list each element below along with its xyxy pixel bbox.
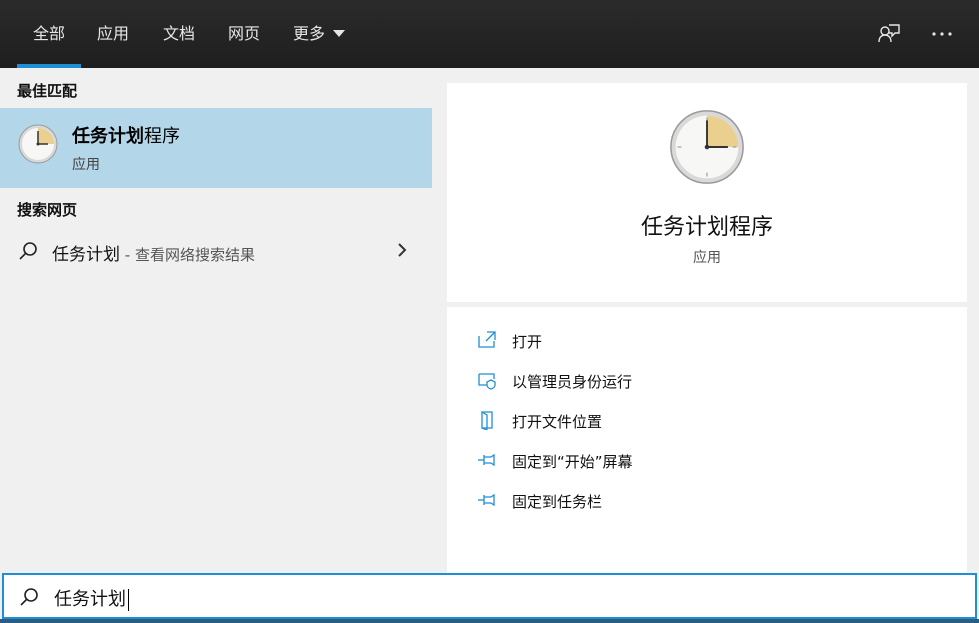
results-pane: 最佳匹配 任务计划程序 应用 搜索网页 任务计划 - 查看网络搜索结果: [0, 68, 432, 573]
search-icon: [20, 588, 38, 606]
search-query-text: 任务计划: [54, 589, 126, 610]
action-open-label: 打开: [512, 333, 543, 351]
best-match-item[interactable]: 任务计划程序 应用: [0, 108, 432, 188]
tab-all[interactable]: 全部: [17, 0, 81, 68]
best-match-subtitle: 应用: [72, 157, 100, 173]
taskbar-edge: [0, 619, 979, 623]
web-search-query: 任务计划: [52, 245, 120, 265]
best-match-title: 任务计划程序: [72, 122, 180, 148]
clock-icon: [18, 124, 58, 164]
feedback-icon[interactable]: [877, 22, 901, 46]
action-pin-to-taskbar[interactable]: 固定到任务栏: [477, 486, 777, 516]
run-as-admin-icon: [478, 373, 496, 390]
tab-web-label: 网页: [228, 24, 261, 43]
tab-all-label: 全部: [32, 24, 65, 43]
tab-more[interactable]: 更多: [293, 0, 346, 68]
action-pin-to-taskbar-label: 固定到任务栏: [512, 493, 603, 511]
search-filter-bar: 全部 应用 文档 网页 更多: [0, 0, 979, 68]
action-run-as-admin[interactable]: 以管理员身份运行: [477, 366, 777, 396]
search-icon: [19, 242, 37, 260]
more-options-icon[interactable]: [930, 22, 954, 46]
web-search-heading: 搜索网页: [17, 201, 78, 219]
pin-to-start-icon: [478, 453, 495, 467]
clock-icon: [670, 110, 744, 184]
web-search-hint: - 查看网络搜索结果: [120, 246, 255, 264]
actions-list: 打开 以管理员身份运行 打开文件位置 固定到“开始”屏幕 固定到任务栏: [447, 307, 967, 573]
search-input[interactable]: 任务计划: [54, 585, 129, 611]
action-pin-to-start[interactable]: 固定到“开始”屏幕: [477, 446, 777, 476]
app-type: 应用: [693, 250, 721, 266]
tab-apps-label: 应用: [97, 24, 130, 43]
search-box[interactable]: 任务计划: [2, 573, 977, 619]
tab-web[interactable]: 网页: [228, 0, 260, 68]
text-caret: [128, 589, 129, 611]
app-detail-card: 任务计划程序 应用: [447, 83, 967, 302]
chevron-right-icon[interactable]: [394, 238, 410, 262]
action-open-file-location[interactable]: 打开文件位置: [477, 406, 777, 436]
action-open-file-location-label: 打开文件位置: [512, 413, 603, 431]
pin-to-taskbar-icon: [478, 493, 495, 507]
open-icon: [478, 331, 496, 348]
tab-apps[interactable]: 应用: [97, 0, 129, 68]
app-name: 任务计划程序: [640, 215, 773, 240]
best-match-heading: 最佳匹配: [17, 82, 78, 100]
caret-down-icon: [333, 30, 346, 37]
tab-more-label: 更多: [293, 24, 326, 43]
tab-documents[interactable]: 文档: [163, 0, 195, 68]
best-match-title-rest: 程序: [144, 126, 180, 147]
action-pin-to-start-label: 固定到“开始”屏幕: [512, 453, 633, 471]
web-search-text: 任务计划 - 查看网络搜索结果: [52, 240, 255, 265]
file-location-icon: [481, 411, 493, 430]
web-search-item[interactable]: 任务计划 - 查看网络搜索结果: [0, 230, 432, 274]
tab-documents-label: 文档: [163, 24, 196, 43]
best-match-title-bold: 任务计划: [72, 126, 144, 147]
action-run-as-admin-label: 以管理员身份运行: [512, 373, 633, 391]
action-open[interactable]: 打开: [477, 326, 777, 356]
